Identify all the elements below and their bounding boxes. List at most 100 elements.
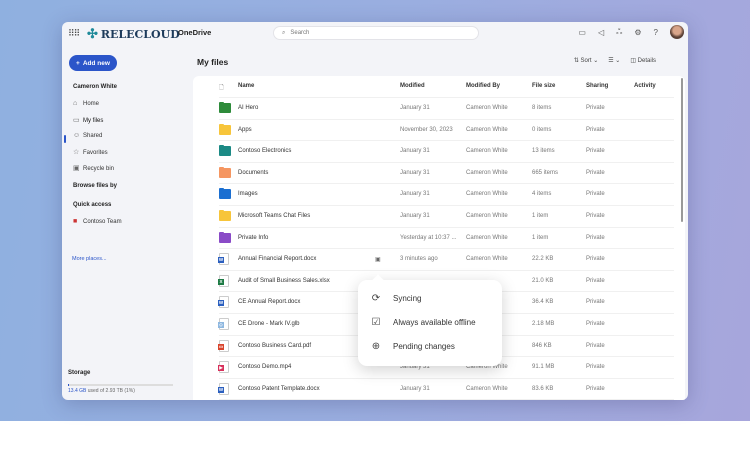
sharing: Private bbox=[586, 277, 605, 284]
relecloud-logo-icon: ✣ bbox=[87, 26, 98, 41]
folder-icon: ▭ bbox=[73, 117, 80, 124]
selected-indicator bbox=[64, 135, 66, 143]
file-name[interactable]: Contoso Electronics bbox=[238, 148, 291, 154]
file-name[interactable]: AI Hero bbox=[238, 105, 258, 111]
sidebar-item-shared[interactable]: ☺ Shared bbox=[73, 132, 102, 139]
avatar[interactable] bbox=[670, 25, 684, 39]
folder-icon bbox=[219, 188, 231, 200]
column-file-size[interactable]: File size bbox=[532, 83, 555, 89]
label: Shared bbox=[83, 133, 103, 139]
add-new-button[interactable]: + Add new bbox=[69, 55, 117, 71]
file-size: 1 item bbox=[532, 234, 549, 241]
monitor-icon[interactable]: ▭ bbox=[578, 28, 586, 37]
file-name[interactable]: CE Drone - Mark IV.glb bbox=[238, 321, 299, 327]
file-type-icon: 🗋 bbox=[219, 85, 224, 91]
app-name[interactable]: OneDrive bbox=[178, 28, 211, 37]
table-row[interactable]: Apps November 30, 2023 Cameron White 0 item… bbox=[219, 120, 674, 142]
modified: January 31 bbox=[400, 105, 430, 111]
file-name[interactable]: Annual Financial Report.docx bbox=[238, 256, 316, 262]
popup-item-syncing: ⟳ Syncing bbox=[370, 293, 422, 304]
file-name[interactable]: Images bbox=[238, 191, 258, 197]
file-name[interactable]: Audit of Small Business Sales.xlsx bbox=[238, 278, 330, 284]
file-name[interactable]: Documents bbox=[238, 170, 268, 176]
modified-by: Cameron White bbox=[466, 213, 508, 219]
modified: 3 minutes ago bbox=[400, 256, 438, 263]
file-type-badge: ◇ bbox=[218, 322, 224, 328]
user-name: Cameron White bbox=[73, 84, 118, 90]
table-row[interactable]: Documents January 31 Cameron White 665 item… bbox=[219, 163, 674, 185]
column-modified[interactable]: Modified bbox=[400, 83, 425, 89]
details-button[interactable]: ◫ Details bbox=[630, 57, 656, 64]
gear-icon[interactable]: ⚙ bbox=[634, 28, 641, 37]
file-icon: W bbox=[218, 296, 229, 309]
file-name[interactable]: Contoso Demo.mp4 bbox=[238, 364, 291, 370]
file-name[interactable]: Contoso Patent Template.docx bbox=[238, 386, 320, 392]
popup-item-pending: ⊕ Pending changes bbox=[370, 341, 455, 352]
quick-access-contoso-team[interactable]: ■ Contoso Team bbox=[73, 218, 122, 225]
file-name[interactable]: Apps bbox=[238, 127, 252, 133]
storage-text[interactable]: 13.4 GB used of 2.93 TB (1%) bbox=[68, 388, 135, 394]
sharing: Private bbox=[586, 321, 605, 327]
sharing: Private bbox=[586, 191, 605, 198]
modified-by: Cameron White bbox=[466, 169, 508, 176]
storage-bar bbox=[68, 384, 173, 386]
folder-icon bbox=[219, 123, 231, 135]
folder-icon bbox=[219, 231, 231, 243]
scrollbar[interactable] bbox=[681, 78, 683, 222]
column-modified-by[interactable]: Modified By bbox=[466, 83, 500, 89]
modified-by: Cameron White bbox=[466, 385, 508, 392]
page-title: My files bbox=[197, 57, 229, 67]
offline-device-icon: ☑ bbox=[371, 317, 381, 328]
sidebar-item-home[interactable]: ⌂ Home bbox=[73, 100, 99, 107]
search-input[interactable]: ⌕ Search bbox=[273, 26, 479, 40]
file-name[interactable]: Microsoft Teams Chat Files bbox=[238, 213, 310, 219]
storage-bar-fill bbox=[68, 384, 70, 386]
sort-button[interactable]: ⇅ Sort ⌄ bbox=[574, 57, 598, 64]
view-options-button[interactable]: ☰ ⌄ bbox=[608, 57, 620, 64]
trash-icon: ▣ bbox=[73, 165, 80, 172]
file-size: 8 items bbox=[532, 105, 552, 111]
file-name[interactable]: CE Annual Report.docx bbox=[238, 299, 300, 305]
table-row[interactable]: Images January 31 Cameron White 4 items Priv… bbox=[219, 184, 674, 206]
column-name[interactable]: Name bbox=[238, 83, 254, 89]
sharing: Private bbox=[586, 213, 605, 219]
sort-label: Sort bbox=[580, 58, 592, 64]
column-sharing[interactable]: Sharing bbox=[586, 83, 608, 89]
label: Syncing bbox=[393, 294, 422, 303]
storage-title: Storage bbox=[68, 370, 91, 376]
folder-icon bbox=[219, 166, 231, 178]
modified-by: Cameron White bbox=[466, 191, 508, 198]
sidebar-item-recycle-bin[interactable]: ▣ Recycle bin bbox=[73, 164, 114, 172]
file-name[interactable]: Private Info bbox=[238, 235, 268, 241]
star-icon: ☆ bbox=[73, 149, 80, 156]
column-activity[interactable]: Activity bbox=[634, 83, 656, 89]
pending-upload-icon: ⊕ bbox=[371, 341, 381, 352]
sharing: Private bbox=[586, 126, 605, 133]
popup-item-offline: ☑ Always available offline bbox=[370, 317, 476, 328]
quick-access-heading: Quick access bbox=[73, 202, 112, 208]
more-places-link[interactable]: More places... bbox=[72, 256, 107, 262]
share-network-icon[interactable]: ஃ bbox=[616, 27, 622, 37]
table-row[interactable]: W Contoso Patent Template.docx January 31 C… bbox=[218, 379, 674, 400]
file-icon: X bbox=[218, 274, 229, 287]
app-launcher-icon[interactable]: ⠿⠿ bbox=[68, 28, 80, 39]
modified-by: Cameron White bbox=[466, 126, 508, 133]
sidebar-item-favorites[interactable]: ☆ Favorites bbox=[73, 148, 108, 156]
table-row[interactable]: Microsoft Teams Chat Files January 31 Came… bbox=[219, 206, 674, 228]
brand-logo[interactable]: ✣ RELECLOUD bbox=[87, 26, 180, 42]
modified-by: Cameron White bbox=[466, 105, 508, 111]
table-row[interactable]: Private Info Yesterday at 10:37 ... Camero… bbox=[219, 228, 674, 250]
table-row[interactable]: W Annual Financial Report.docx ▣ 3 minutes … bbox=[218, 249, 674, 271]
file-size: 2.18 MB bbox=[532, 321, 555, 327]
sync-status-icon[interactable]: ▣ bbox=[375, 256, 381, 263]
browse-files-heading[interactable]: Browse files by bbox=[73, 183, 117, 189]
people-icon: ☺ bbox=[73, 132, 81, 139]
sidebar-item-my-files[interactable]: ▭ My files bbox=[73, 116, 103, 124]
table-row[interactable]: AI Hero January 31 Cameron White 8 items Pri… bbox=[219, 98, 674, 120]
file-size: 665 items bbox=[532, 169, 559, 176]
megaphone-icon[interactable]: ◁ bbox=[598, 28, 604, 37]
help-icon[interactable]: ? bbox=[654, 28, 658, 37]
table-row[interactable]: Contoso Electronics January 31 Cameron Whi… bbox=[219, 141, 674, 163]
file-name[interactable]: Contoso Business Card.pdf bbox=[238, 343, 311, 349]
modified-by: Cameron White bbox=[466, 148, 508, 155]
